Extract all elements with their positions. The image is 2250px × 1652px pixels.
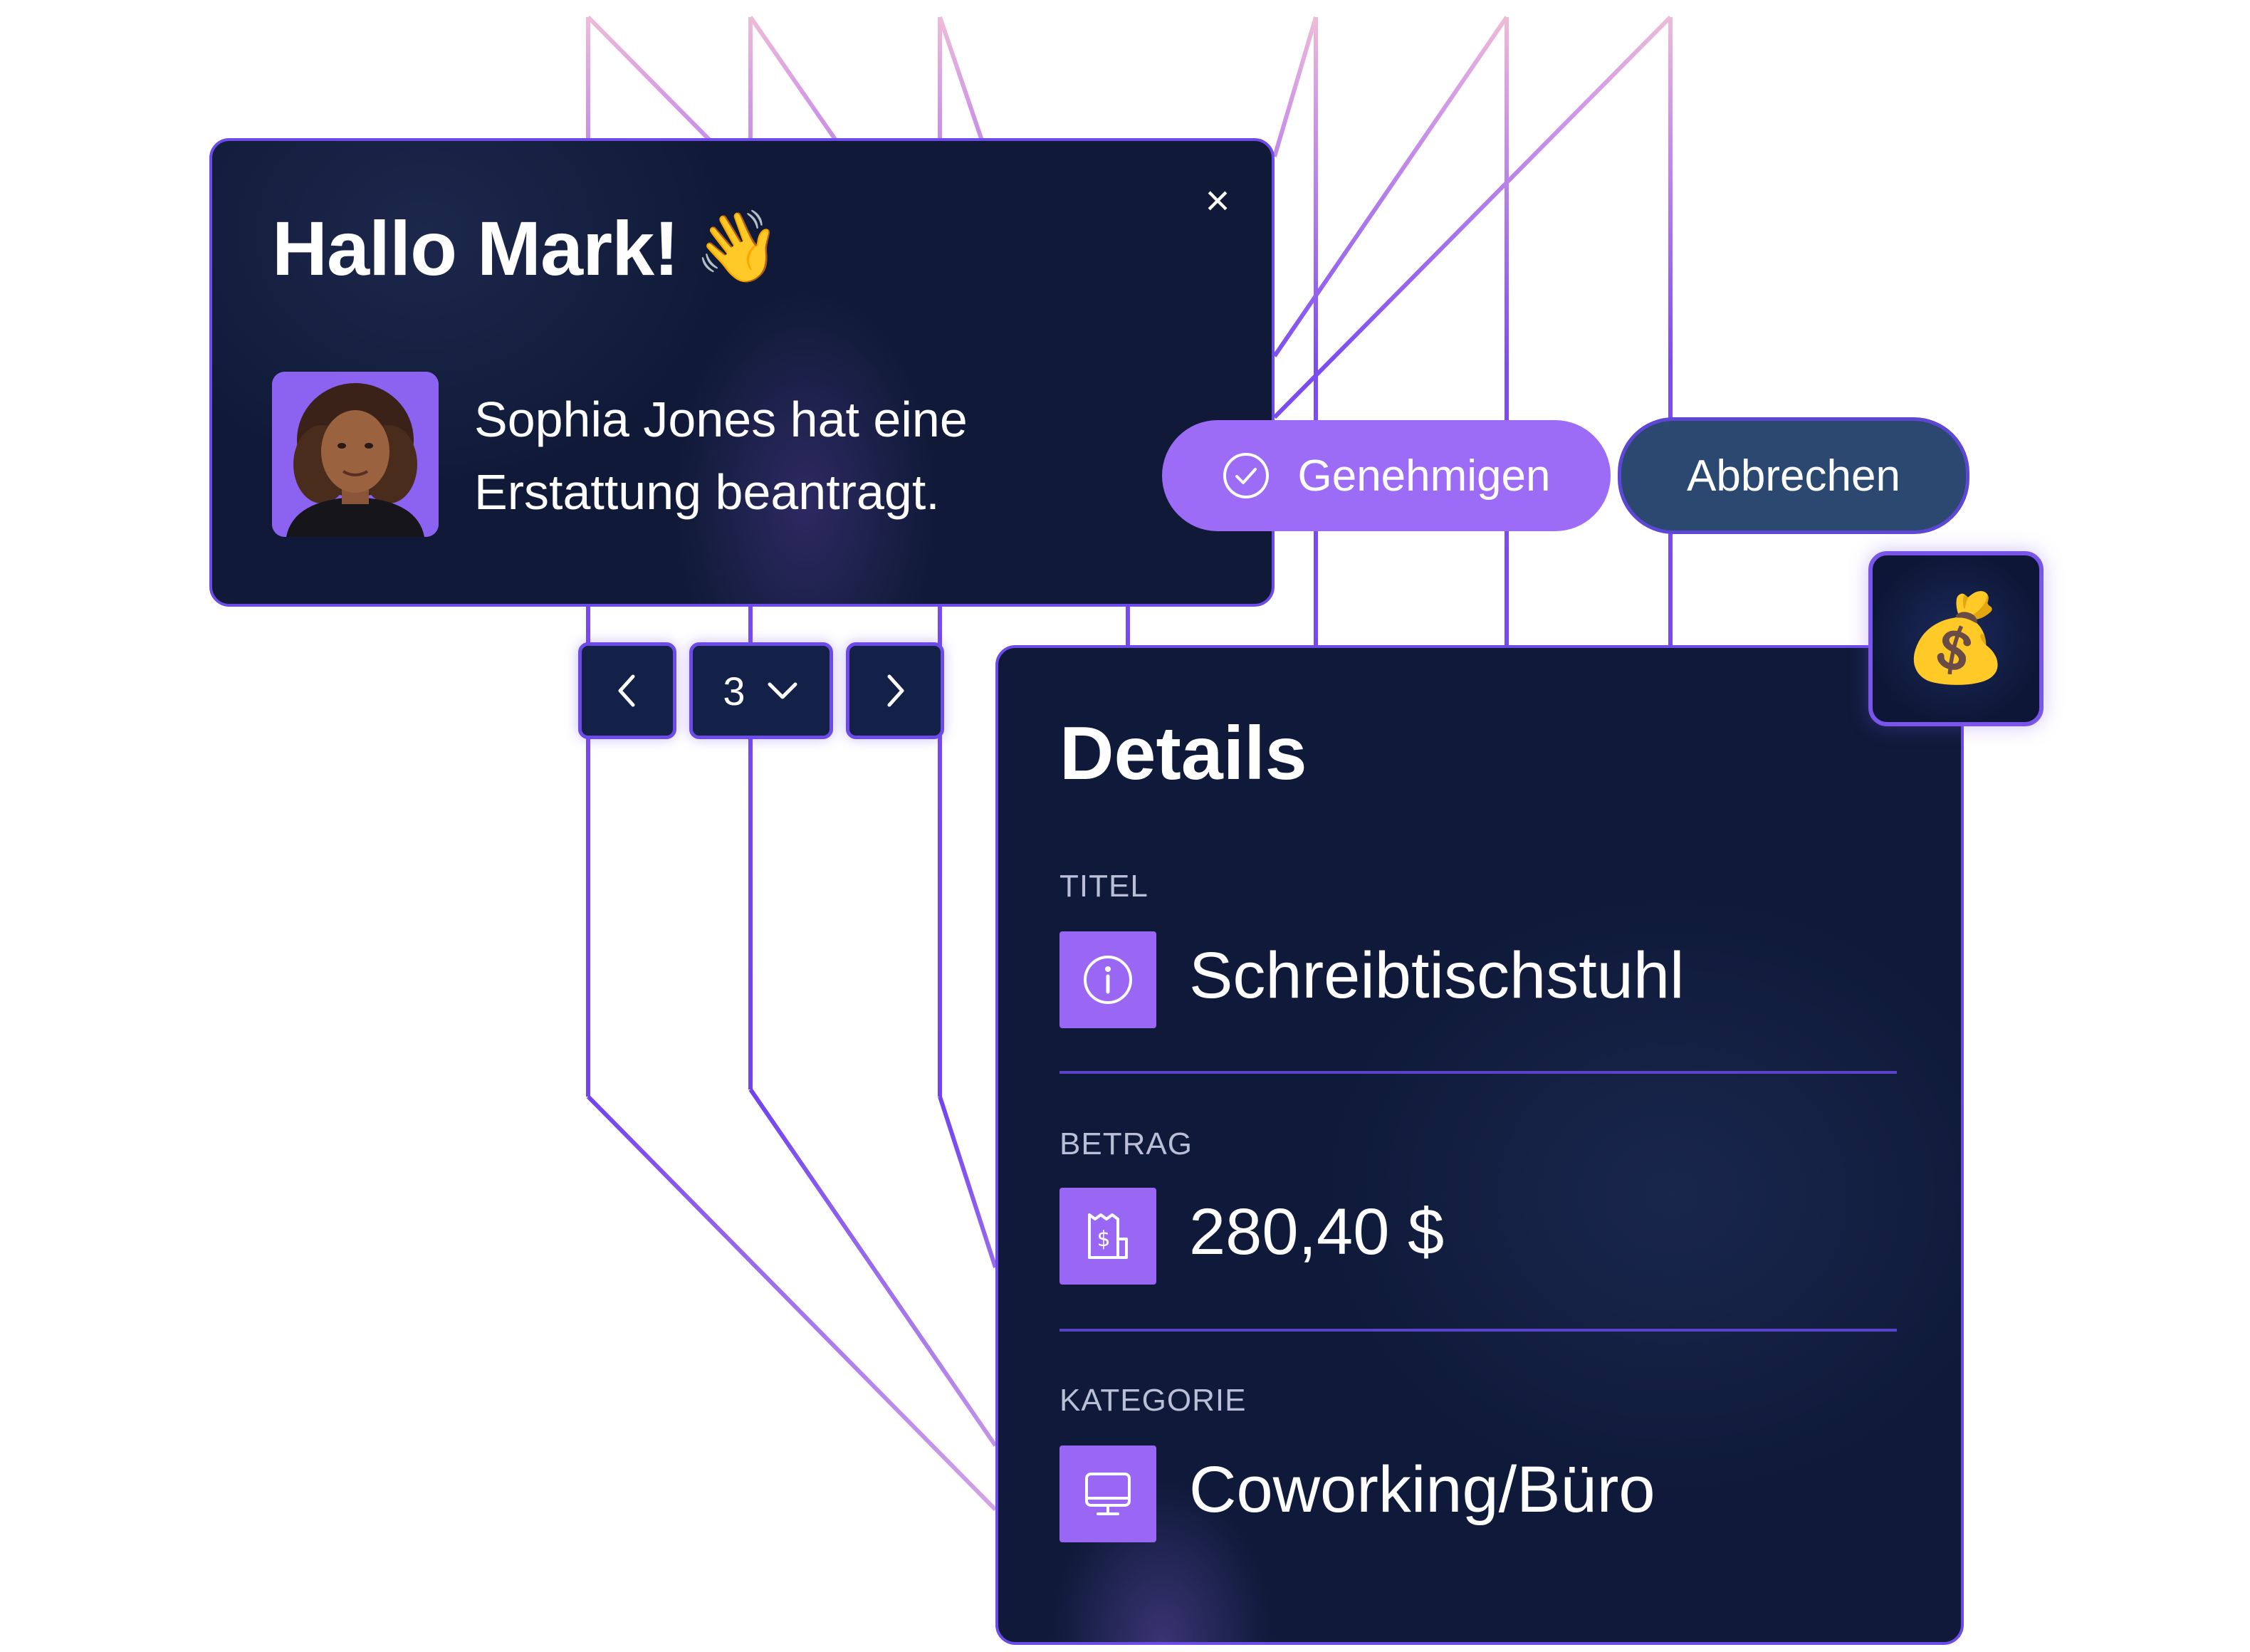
approve-label: Genehmigen — [1297, 451, 1551, 501]
wave-emoji-icon: 👋 — [694, 207, 781, 286]
monitor-icon — [1059, 1446, 1156, 1542]
svg-text:$: $ — [1097, 1227, 1110, 1252]
notification-card: Hallo Mark! 👋 × Sophia Jones hat eine Ers… — [209, 138, 1275, 607]
approve-button[interactable]: Genehmigen — [1162, 420, 1611, 531]
receipt-dollar-icon: $ — [1059, 1188, 1156, 1285]
field-value-category: Coworking/Büro — [1189, 1453, 1655, 1526]
field-value-title: Schreibtischstuhl — [1189, 939, 1685, 1012]
field-label-amount: BETRAG — [1059, 1126, 1193, 1161]
field-label-title: TITEL — [1059, 869, 1148, 904]
current-page-value: 3 — [723, 668, 745, 713]
next-page-button[interactable] — [846, 642, 944, 739]
page-select[interactable]: 3 — [689, 642, 833, 739]
check-circle-icon — [1223, 453, 1270, 498]
divider — [1059, 1071, 1897, 1074]
greeting-heading: Hallo Mark! 👋 — [272, 204, 781, 293]
chevron-down-icon — [768, 682, 797, 699]
field-label-category: KATEGORIE — [1059, 1383, 1247, 1418]
notification-message: Sophia Jones hat eine Erstattung beantra… — [474, 392, 968, 520]
person-avatar-icon — [272, 372, 439, 537]
money-bag-icon: 💰 — [1868, 551, 2044, 726]
close-button[interactable]: × — [1195, 178, 1240, 224]
chevron-right-icon — [887, 674, 904, 707]
cancel-label: Abbrechen — [1687, 451, 1900, 501]
previous-page-button[interactable] — [578, 642, 676, 739]
details-card: Details TITEL Schreibtischstuhl BETRAG $… — [995, 645, 1964, 1645]
avatar — [272, 372, 439, 537]
chevron-left-icon — [618, 674, 635, 707]
info-icon — [1059, 931, 1156, 1028]
divider — [1059, 1329, 1897, 1332]
field-value-amount: 280,40 $ — [1189, 1196, 1445, 1268]
details-title: Details — [1059, 711, 1307, 795]
cancel-button[interactable]: Abbrechen — [1618, 417, 1969, 534]
greeting-text: Hallo Mark! — [272, 205, 679, 291]
